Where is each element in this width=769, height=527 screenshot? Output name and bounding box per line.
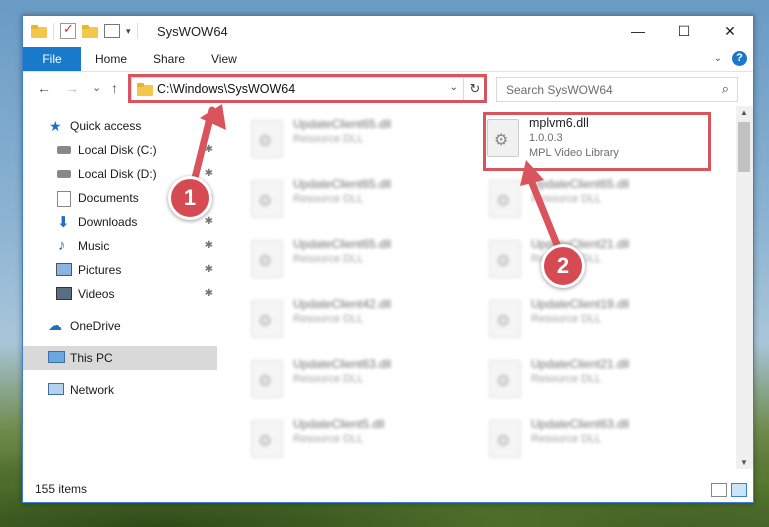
step-2-badge: 2 (541, 244, 585, 288)
arrow-2-shaft (526, 174, 564, 256)
annotation-arrows (188, 104, 564, 256)
step-1-badge: 1 (168, 176, 212, 220)
arrow-2-head (520, 160, 544, 186)
